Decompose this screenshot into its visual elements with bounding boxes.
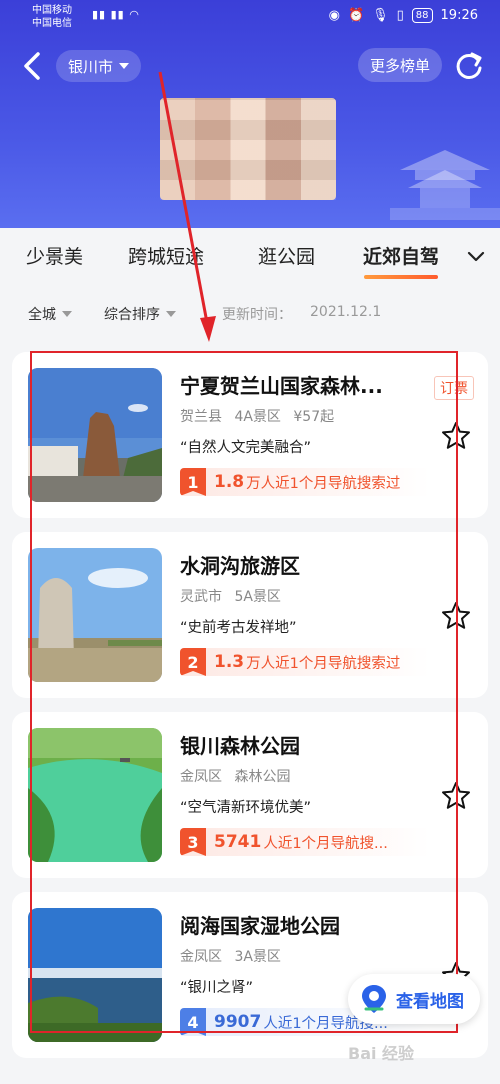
scenic-thumbnail-image [28,548,162,682]
status-right: ◉ ⏰ 🎙 ▯ 88 19:26 [329,8,478,23]
vibrate-icon: ▯ [396,8,404,23]
rank-badge: 4 [180,1008,206,1036]
star-icon[interactable] [440,600,472,632]
card-title: 水洞沟旅游区 [180,554,300,578]
scenic-thumbnail-image [28,908,162,1042]
map-pin-icon [362,985,386,1013]
card-quote: “自然人文完美融合” [180,440,312,456]
list-item[interactable]: 银川森林公园 金凤区 森林公园 “空气清新环境优美” 3 5741 人近1个月导… [12,712,488,878]
star-icon[interactable] [440,420,472,452]
book-ticket-tag[interactable]: 订票 [434,376,474,400]
card-title: 银川森林公园 [180,734,300,758]
card-quote: “银川之肾” [180,980,254,996]
card-meta-level: 3A景区 [234,949,281,965]
search-count-row: 1 1.8 万人近1个月导航搜索过 [180,468,430,496]
mic-icon: 🎙 [372,8,389,23]
search-count-number: 5741 [214,832,262,852]
card-meta-price: ¥57起 [293,409,335,425]
chevron-down-icon[interactable] [466,246,486,266]
active-tab-indicator [364,275,438,279]
carrier-1: 中国移动 [32,5,72,16]
list-item[interactable]: 水洞沟旅游区 灵武市 5A景区 “史前考古发祥地” 2 1.3 万人近1个月导航… [12,532,488,698]
view-map-button[interactable]: 查看地图 [348,974,480,1024]
pixelated-banner-image [160,98,336,200]
scope-filter[interactable]: 全城 [28,304,72,324]
clock: 19:26 [440,8,478,23]
header-banner: 中国移动 中国电信 ▮▮ ▮▮ ◠ ◉ ⏰ 🎙 ▯ 88 19:26 银川市 更… [0,0,500,228]
scenic-thumbnail-image [28,368,162,502]
card-meta-district: 金凤区 [180,949,222,965]
card-meta-level: 森林公园 [234,769,291,785]
city-label: 银川市 [68,57,114,76]
tab-park[interactable]: 逛公园 [258,242,315,269]
scenic-thumbnail-image [28,728,162,862]
sort-filter[interactable]: 综合排序 [104,304,176,324]
signal-icons: ▮▮ ▮▮ ◠ [92,8,140,21]
card-meta-district: 金凤区 [180,769,222,785]
tab-kua-cheng[interactable]: 跨城短途 [128,242,204,269]
eye-icon: ◉ [328,8,340,23]
share-icon[interactable] [452,48,486,82]
search-count-row: 3 5741 人近1个月导航搜... [180,828,430,856]
rank-badge: 1 [180,468,206,496]
card-meta: 灵武市 5A景区 [180,586,289,606]
search-count-text: 万人近1个月导航搜索过 [246,655,401,672]
city-selector[interactable]: 银川市 [56,50,142,82]
alarm-icon: ⏰ [347,8,365,23]
card-title: 阅海国家湿地公园 [180,914,340,938]
search-count-number: 9907 [214,1012,262,1032]
view-map-label: 查看地图 [396,991,464,1012]
filter-bar: 全城 综合排序 更新时间： 2021.12.1 [0,296,500,332]
card-meta-district: 贺兰县 [180,409,222,425]
scope-filter-label: 全城 [28,307,56,323]
more-rankings-button[interactable]: 更多榜单 [357,48,442,82]
caret-down-icon [119,63,130,69]
search-count-row: 2 1.3 万人近1个月导航搜索过 [180,648,430,676]
caret-down-icon [62,311,72,317]
card-meta: 金凤区 3A景区 [180,946,289,966]
update-time-label: 更新时间： [222,307,292,323]
card-quote: “史前考古发祥地” [180,620,297,636]
caret-down-icon [166,311,176,317]
card-meta-level: 4A景区 [234,409,281,425]
search-count-number: 1.3 [214,652,245,672]
carrier-labels: 中国移动 中国电信 [32,4,72,30]
list-item[interactable]: 宁夏贺兰山国家森林... 订票 贺兰县 4A景区 ¥57起 “自然人文完美融合”… [12,352,488,518]
card-meta-district: 灵武市 [180,589,222,605]
watermark-text: Bai 经验 [348,1044,415,1063]
card-quote: “空气清新环境优美” [180,800,312,816]
card-meta: 贺兰县 4A景区 ¥57起 [180,406,342,426]
battery-indicator: 88 [411,8,433,23]
rank-badge: 3 [180,828,206,856]
more-rankings-label: 更多榜单 [369,56,430,75]
star-icon[interactable] [440,780,472,812]
search-count-text: 万人近1个月导航搜索过 [246,475,401,492]
update-time-value: 2021.12.1 [310,304,382,320]
category-tabs: 少景美 跨城短途 逛公园 近郊自驾 [0,228,500,284]
carrier-2: 中国电信 [32,18,72,29]
tab-suburban-drive[interactable]: 近郊自驾 [363,242,439,269]
back-arrow-icon[interactable] [18,50,48,82]
card-title: 宁夏贺兰山国家森林... [180,374,383,398]
pavilion-illustration [390,150,500,220]
search-count-text: 人近1个月导航搜... [263,835,388,852]
tab-shao-jing-mei[interactable]: 少景美 [26,242,83,269]
sort-filter-label: 综合排序 [104,307,160,323]
status-bar: 中国移动 中国电信 ▮▮ ▮▮ ◠ ◉ ⏰ 🎙 ▯ 88 19:26 [0,0,500,36]
search-count-number: 1.8 [214,472,245,492]
card-meta-level: 5A景区 [234,589,281,605]
rank-badge: 2 [180,648,206,676]
card-meta: 金凤区 森林公园 [180,766,298,786]
